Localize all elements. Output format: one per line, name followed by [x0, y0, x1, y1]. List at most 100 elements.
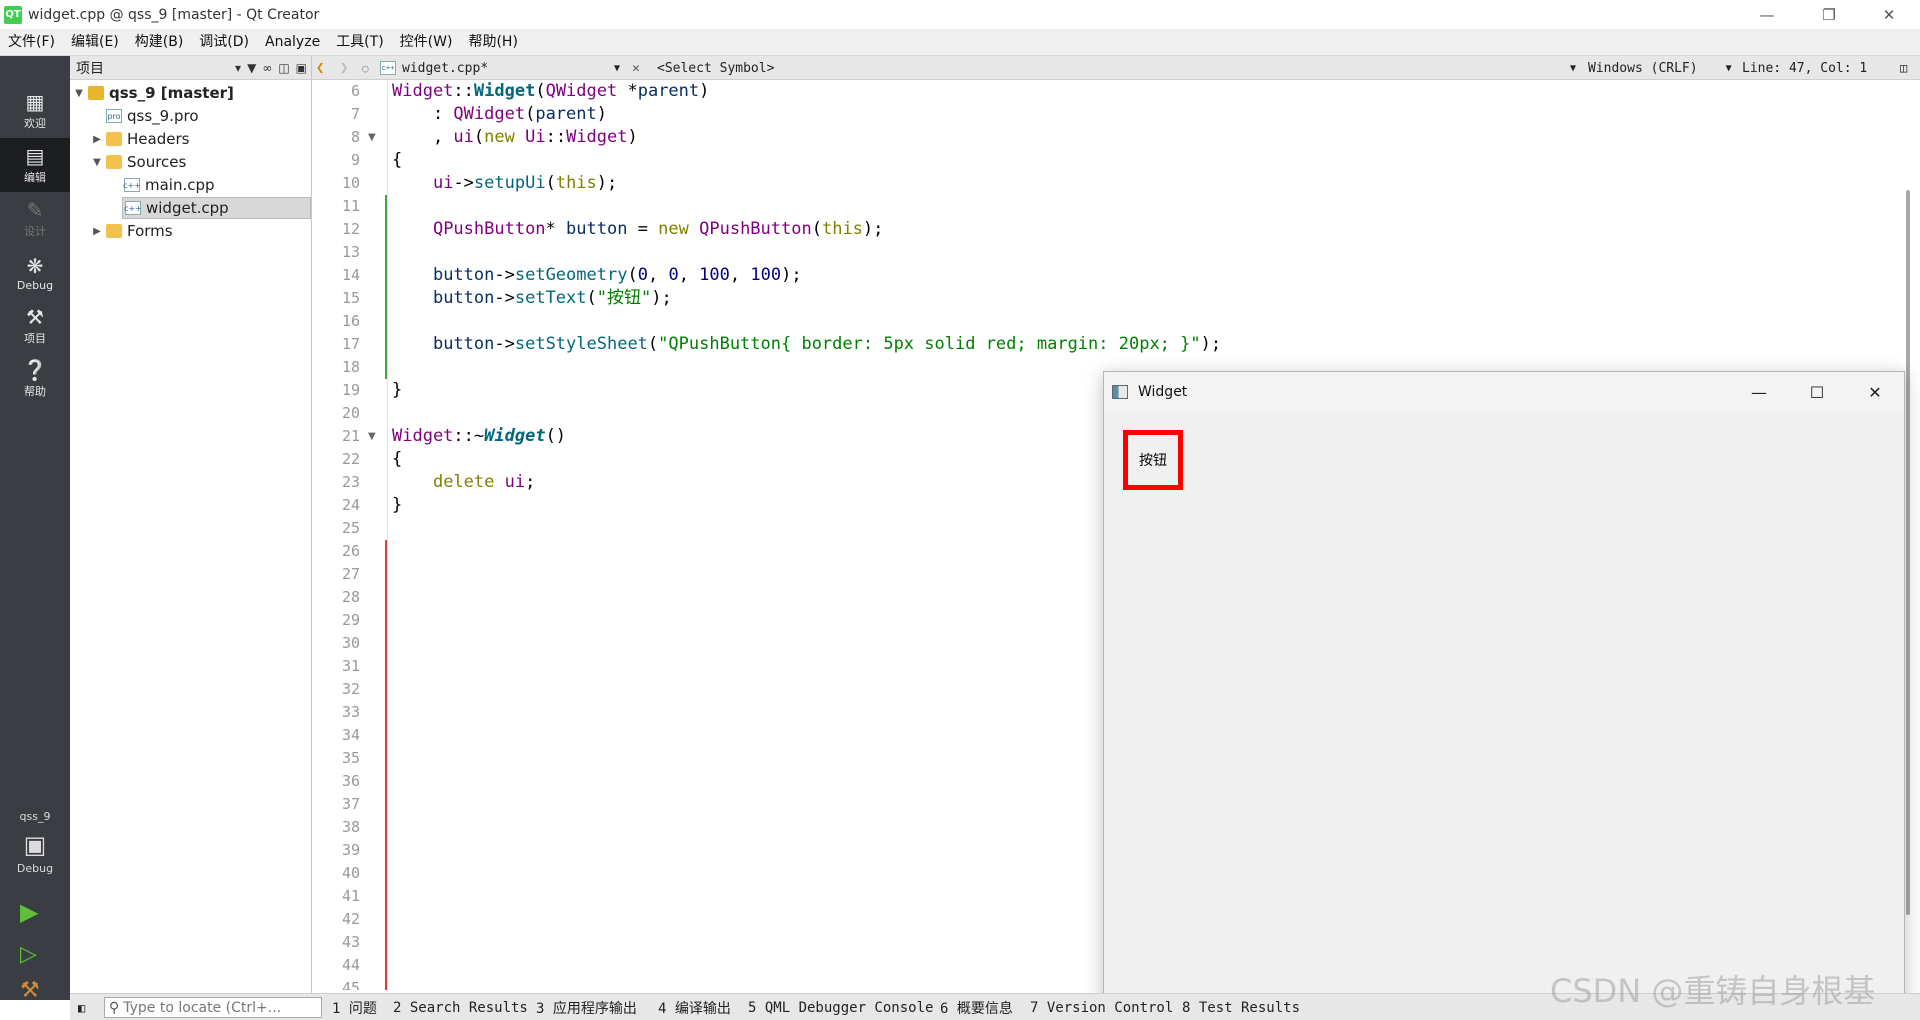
widget-close-button[interactable]: ✕ — [1846, 372, 1904, 412]
line-number: 36 — [341, 772, 360, 790]
mode-help[interactable]: ❔ 帮助 — [0, 352, 70, 406]
fold-marker-icon[interactable]: ▼ — [368, 431, 376, 442]
code-line[interactable]: Widget::~Widget() — [392, 425, 566, 448]
mode-debug[interactable]: ❋ Debug — [0, 246, 70, 300]
project-pane-header: 项目 ▾ ▼ ∞ ◫ ▣ — [70, 56, 311, 80]
code-line[interactable]: : QWidget(parent) — [392, 103, 607, 126]
change-marker — [385, 632, 387, 655]
tree-item-pro-file[interactable]: pro qss_9.pro — [90, 105, 199, 127]
cursor-position[interactable]: Line: 47, Col: 1 — [1742, 56, 1867, 80]
restore-button[interactable]: ❐ — [1800, 0, 1858, 29]
close-icon: ✕ — [632, 60, 640, 76]
dropdown-icon[interactable]: ▾ — [235, 61, 241, 75]
mode-welcome[interactable]: ▦ 欢迎 — [0, 84, 70, 138]
menu-analyze[interactable]: Analyze — [257, 29, 328, 56]
chevron-left-icon: ❮ — [316, 60, 325, 76]
hammer-icon: ⚒ — [20, 978, 40, 1003]
chevron-down-icon[interactable]: ▼ — [90, 157, 104, 168]
project-pane-title[interactable]: 项目 — [76, 58, 104, 78]
tab-test-results[interactable]: 8 Test Results — [1182, 994, 1300, 1020]
menu-debug[interactable]: 调试(D) — [191, 29, 257, 56]
widget-minimize-button[interactable]: — — [1730, 372, 1788, 412]
split-icon[interactable]: ◫ — [278, 61, 289, 75]
change-marker — [385, 195, 387, 218]
tree-item-sources[interactable]: ▼ Sources — [90, 151, 186, 173]
code-line[interactable]: Widget::Widget(QWidget *parent) — [392, 80, 709, 103]
menu-tools[interactable]: 工具(T) — [328, 29, 391, 56]
tab-search-results[interactable]: 2 Search Results — [393, 994, 528, 1020]
change-marker — [385, 540, 387, 563]
code-line[interactable]: button->setGeometry(0, 0, 100, 100); — [392, 264, 802, 287]
document-selector[interactable]: c++ widget.cpp* ▼ — [380, 56, 620, 80]
run-button[interactable]: ▶ — [20, 898, 38, 926]
link-icon[interactable]: ∞ — [262, 61, 272, 75]
tab-application-output[interactable]: 3 应用程序输出 — [536, 994, 637, 1020]
nav-forward-button[interactable]: ❯ — [340, 56, 348, 80]
menu-controls[interactable]: 控件(W) — [392, 29, 461, 56]
change-marker — [385, 839, 387, 862]
build-button[interactable]: ⚒ — [20, 978, 40, 1003]
change-marker — [385, 586, 387, 609]
code-line[interactable]: } — [392, 379, 402, 402]
line-number: 17 — [341, 335, 360, 353]
chevron-right-icon[interactable]: ▶ — [90, 134, 104, 145]
code-line[interactable]: ui->setupUi(this); — [392, 172, 617, 195]
close-button[interactable]: ✕ — [1860, 0, 1918, 29]
fold-marker-icon[interactable]: ▼ — [368, 132, 376, 143]
line-number: 19 — [341, 381, 360, 399]
close-document-button[interactable]: ✕ — [632, 56, 640, 80]
window-title: widget.cpp @ qss_9 [master] - Qt Creator — [28, 6, 320, 23]
line-number: 44 — [341, 956, 360, 974]
widget-title-bar[interactable]: Widget — ☐ ✕ — [1104, 372, 1904, 412]
code-line[interactable]: { — [392, 149, 402, 172]
locate-input[interactable]: ⚲ Type to locate (Ctrl+... — [104, 997, 322, 1018]
menu-build[interactable]: 构建(B) — [127, 29, 192, 56]
tree-item-headers[interactable]: ▶ Headers — [90, 128, 189, 150]
line-number-gutter[interactable]: 6 7 8 ▼ 9 10 11 12 13 14 15 16 17 18 19 20 21 ▼ 22 23 24 25 26… — [312, 80, 388, 990]
tree-item-widget-cpp[interactable]: c++ widget.cpp — [122, 197, 311, 219]
widget-maximize-button[interactable]: ☐ — [1788, 372, 1846, 412]
close-pane-icon[interactable]: ▣ — [296, 61, 307, 75]
line-number: 24 — [341, 496, 360, 514]
line-number: 8 — [350, 128, 360, 146]
menu-help[interactable]: 帮助(H) — [460, 29, 525, 56]
code-line[interactable]: { — [392, 448, 402, 471]
menu-file[interactable]: 文件(F) — [0, 29, 63, 56]
debug-run-button[interactable]: ▷ — [20, 942, 37, 967]
sidebar-icon: ◧ — [78, 1000, 86, 1015]
toggle-sidebar-button[interactable]: ◧ — [78, 994, 85, 1020]
mode-edit[interactable]: ▤ 编辑 — [0, 138, 70, 192]
title-bar: QT widget.cpp @ qss_9 [master] - Qt Crea… — [0, 0, 1920, 29]
code-line[interactable]: delete ui; — [392, 471, 535, 494]
tree-item-forms[interactable]: ▶ Forms — [90, 220, 172, 242]
tree-item-main-cpp[interactable]: c++ main.cpp — [122, 174, 214, 196]
tab-version-control[interactable]: 7 Version Control — [1030, 994, 1173, 1020]
tab-general-messages[interactable]: 6 概要信息 — [940, 994, 1013, 1020]
code-line[interactable]: button->setText("按钮"); — [392, 287, 672, 310]
push-button[interactable]: 按钮 — [1123, 430, 1183, 490]
tree-item-project[interactable]: ▼ qss_9 [master] — [72, 82, 234, 104]
vertical-scrollbar[interactable] — [1906, 190, 1910, 915]
line-number: 42 — [341, 910, 360, 928]
line-number: 31 — [341, 657, 360, 675]
code-line[interactable]: , ui(new Ui::Widget) — [392, 126, 638, 149]
mode-projects[interactable]: ⚒ 项目 — [0, 299, 70, 353]
line-ending-selector[interactable]: Windows (CRLF) ▼ — [1588, 56, 1732, 80]
minimize-button[interactable]: — — [1738, 0, 1796, 29]
menu-edit[interactable]: 编辑(E) — [63, 29, 127, 56]
kit-selector[interactable]: ▣ Debug — [0, 832, 70, 888]
split-editor-icon[interactable]: ◫ — [1900, 56, 1907, 80]
code-line[interactable]: } — [392, 494, 402, 517]
tab-compile-output[interactable]: 4 编译输出 — [658, 994, 731, 1020]
chevron-right-icon[interactable]: ▶ — [90, 226, 104, 237]
mode-design[interactable]: ✎ 设计 — [0, 192, 70, 246]
watermark: CSDN @重铸自身根基 — [1550, 972, 1876, 1010]
code-line[interactable]: QPushButton* button = new QPushButton(th… — [392, 218, 883, 241]
filter-icon[interactable]: ▼ — [247, 61, 256, 75]
nav-back-button[interactable]: ❮ — [316, 56, 324, 80]
tab-issues[interactable]: 1 问题 — [332, 994, 377, 1020]
code-line[interactable]: button->setStyleSheet("QPushButton{ bord… — [392, 333, 1221, 356]
chevron-down-icon[interactable]: ▼ — [72, 88, 86, 99]
tab-qml-debugger-console[interactable]: 5 QML Debugger Console — [748, 994, 933, 1020]
symbol-selector[interactable]: <Select Symbol> — [657, 56, 774, 80]
